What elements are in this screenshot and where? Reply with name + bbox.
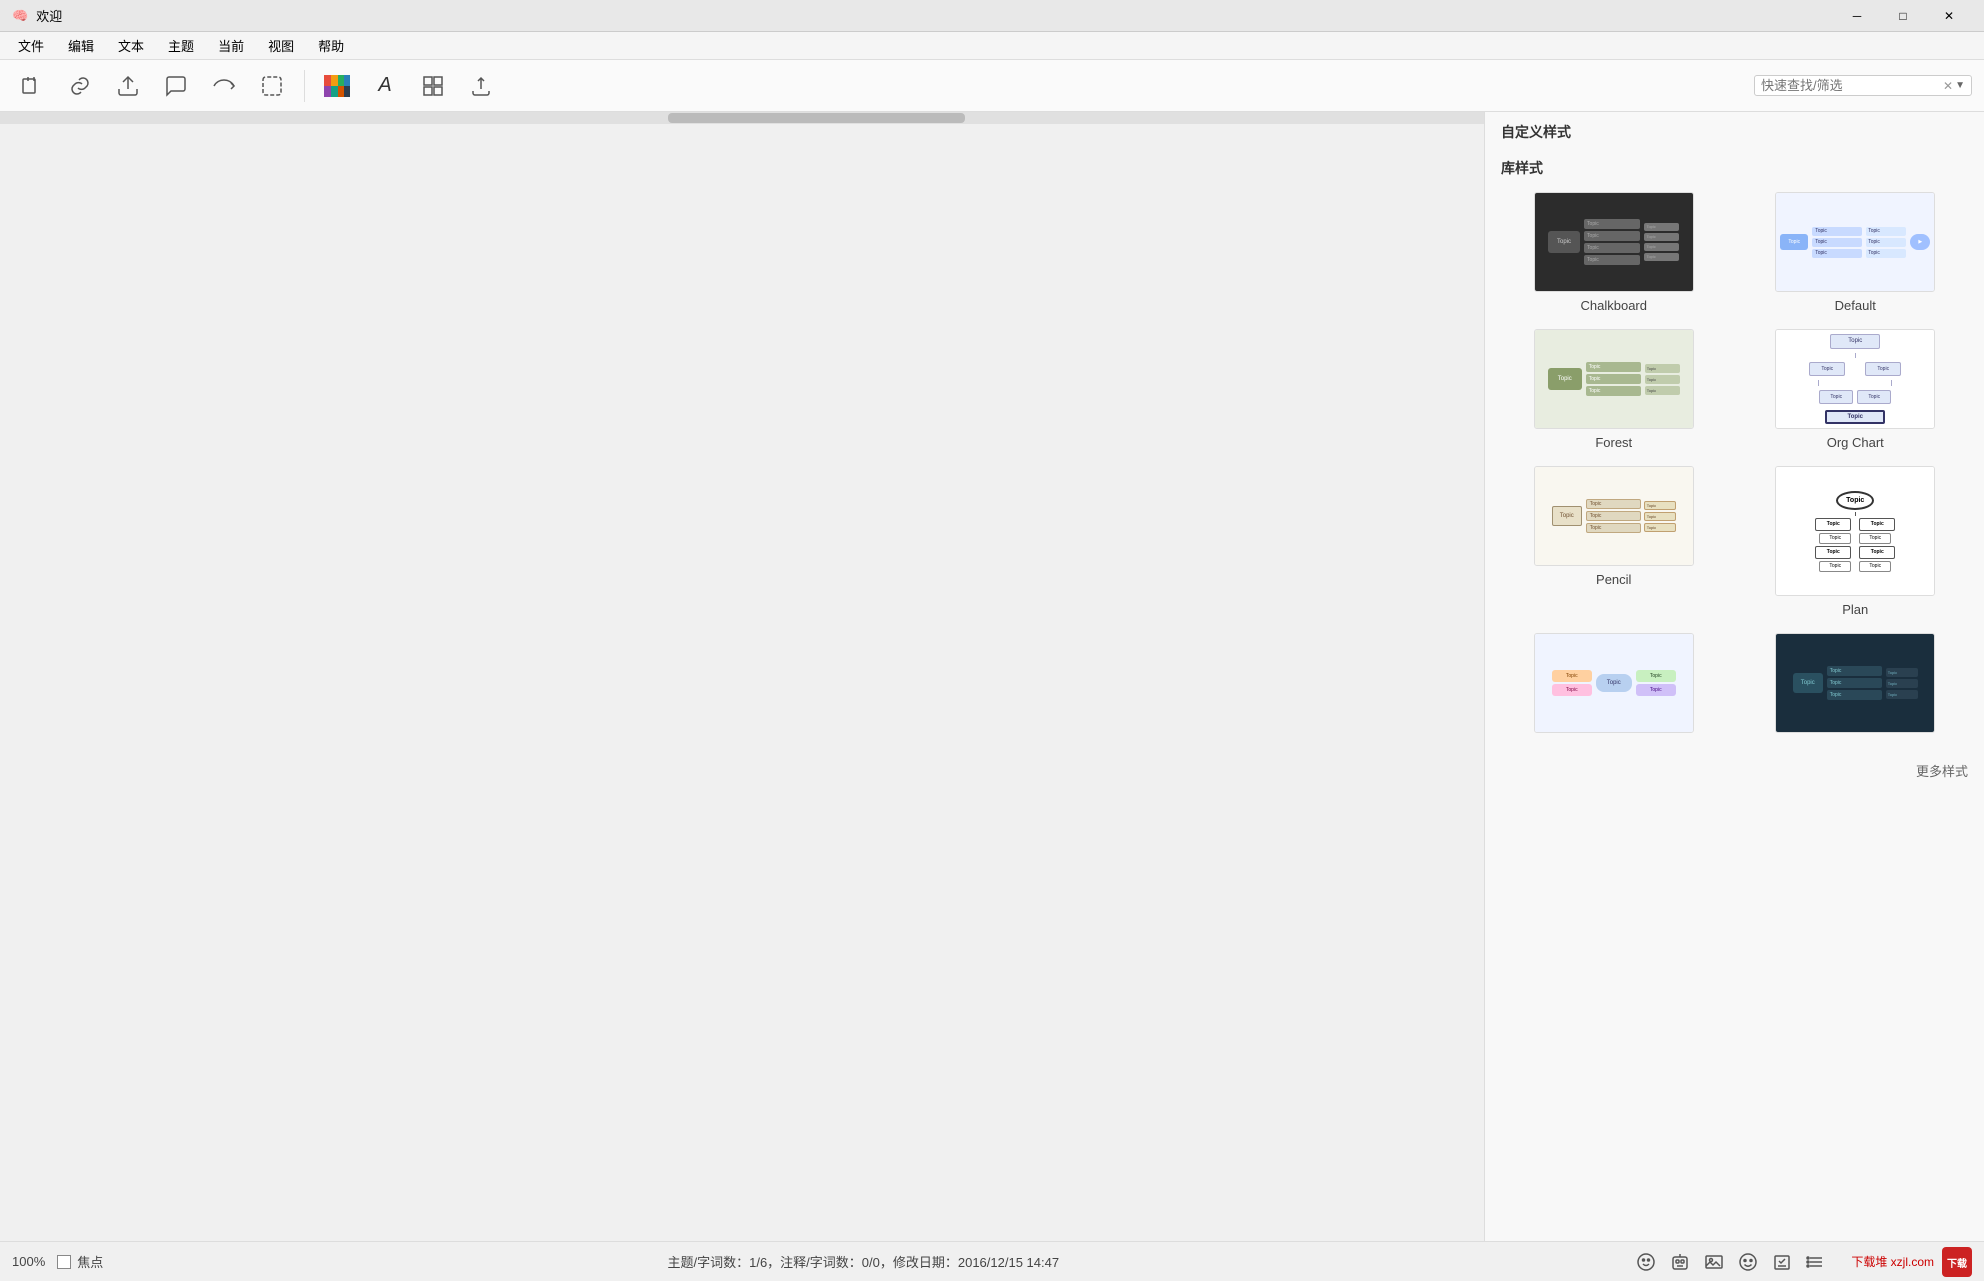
search-clear-button[interactable]: ✕	[1941, 79, 1955, 93]
style-label-plan: Plan	[1842, 602, 1868, 617]
more-styles-button[interactable]: 更多样式	[1485, 755, 1984, 790]
menu-current[interactable]: 当前	[208, 34, 254, 57]
menu-edit[interactable]: 编辑	[58, 34, 104, 57]
attach-tool-button[interactable]	[108, 66, 148, 106]
style-item-pencil[interactable]: Topic Topic Topic Topic Topic Topic Topi…	[1501, 466, 1727, 617]
style-item-forest[interactable]: Topic Topic Topic Topic Topic Topic Topi…	[1501, 329, 1727, 450]
focus-label: 焦点	[77, 1252, 103, 1271]
style-preview-colorful: Topic Topic Topic Topic Topic	[1534, 633, 1694, 733]
search-input[interactable]	[1761, 78, 1941, 93]
menu-text[interactable]: 文本	[108, 34, 154, 57]
style-item-plan[interactable]: Topic Topic Topic Topic Topic Topic To	[1743, 466, 1969, 617]
custom-style-section-title: 自定义样式	[1485, 112, 1984, 148]
emotion-icon-button[interactable]	[1631, 1247, 1661, 1277]
focus-checkbox[interactable]	[57, 1255, 71, 1269]
link-tool-button[interactable]	[60, 66, 100, 106]
robot-icon-button[interactable]	[1665, 1247, 1695, 1277]
list-icon-button[interactable]	[1801, 1247, 1831, 1277]
horizontal-scrollbar[interactable]	[0, 112, 1484, 124]
style-label-forest: Forest	[1595, 435, 1632, 450]
style-item-colorful[interactable]: Topic Topic Topic Topic Topic	[1501, 633, 1727, 739]
image-icon-button[interactable]	[1699, 1247, 1729, 1277]
style-label-default: Default	[1835, 298, 1876, 313]
style-label-pencil: Pencil	[1596, 572, 1631, 587]
right-panel: 自定义样式 库样式 Topic Topic Topic Topic Topic	[1484, 112, 1984, 1241]
canvas-wrapper[interactable]: 感谢您下载 iThoughts。这是一个示例导图。它将为您展示本应用程序的一些可…	[0, 112, 1484, 1241]
zoom-display: 100%	[12, 1254, 45, 1269]
style-preview-pencil: Topic Topic Topic Topic Topic Topic Topi…	[1534, 466, 1694, 566]
style-preview-forest: Topic Topic Topic Topic Topic Topic Topi…	[1534, 329, 1694, 429]
horizontal-scrollbar-thumb[interactable]	[668, 113, 965, 123]
style-item-dark[interactable]: Topic Topic Topic Topic Topic Topic Topi…	[1743, 633, 1969, 739]
watermark-text: 下载堆 xzjl.com	[1851, 1253, 1934, 1270]
toolbar-separator-1	[304, 70, 305, 102]
search-dropdown-icon[interactable]: ▼	[1955, 80, 1965, 91]
style-item-default[interactable]: Topic Topic Topic Topic Topic Topic Topi…	[1743, 192, 1969, 313]
relation-tool-button[interactable]	[204, 66, 244, 106]
comment-tool-button[interactable]	[156, 66, 196, 106]
style-label-org-chart: Org Chart	[1827, 435, 1884, 450]
style-preview-org-chart: Topic Topic Topic Topic	[1775, 329, 1935, 429]
minimize-button[interactable]: ─	[1834, 0, 1880, 32]
pen-tool-button[interactable]	[12, 66, 52, 106]
library-style-section-title: 库样式	[1485, 148, 1984, 184]
title-bar: 🧠 欢迎 ─ □ ✕	[0, 0, 1984, 32]
status-stats: 主题/字词数：1/6，注释/字词数：0/0，修改日期：2016/12/15 14…	[115, 1252, 1611, 1271]
color-palette-button[interactable]	[317, 66, 357, 106]
export-tool-button[interactable]	[461, 66, 501, 106]
watermark-area: 下载堆 xzjl.com 下载	[1851, 1247, 1972, 1277]
style-item-chalkboard[interactable]: Topic Topic Topic Topic Topic Topic Topi…	[1501, 192, 1727, 313]
maximize-button[interactable]: □	[1880, 0, 1926, 32]
emoji-icon-button[interactable]	[1733, 1247, 1763, 1277]
style-preview-default: Topic Topic Topic Topic Topic Topic Topi…	[1775, 192, 1935, 292]
zoom-value: 100%	[12, 1254, 45, 1269]
bottom-toolbar-icons	[1623, 1247, 1839, 1277]
menu-bar: 文件 编辑 文本 主题 当前 视图 帮助	[0, 32, 1984, 60]
search-box: ✕ ▼	[1754, 75, 1972, 96]
status-bar: 100% 焦点 主题/字词数：1/6，注释/字词数：0/0，修改日期：2016/…	[0, 1241, 1984, 1281]
grid-tool-button[interactable]	[413, 66, 453, 106]
style-label-chalkboard: Chalkboard	[1581, 298, 1648, 313]
toolbar: A ✕ ▼	[0, 60, 1984, 112]
style-preview-chalkboard: Topic Topic Topic Topic Topic Topic Topi…	[1534, 192, 1694, 292]
focus-section: 焦点	[57, 1252, 103, 1271]
app-icon: 🧠	[12, 8, 28, 24]
watermark-icon: 下载	[1942, 1247, 1972, 1277]
menu-theme[interactable]: 主题	[158, 34, 204, 57]
stats-text: 主题/字词数：1/6，注释/字词数：0/0，修改日期：2016/12/15 14…	[668, 1255, 1060, 1270]
main-layout: 感谢您下载 iThoughts。这是一个示例导图。它将为您展示本应用程序的一些可…	[0, 112, 1984, 1241]
boundary-tool-button[interactable]	[252, 66, 292, 106]
style-preview-plan: Topic Topic Topic Topic Topic Topic To	[1775, 466, 1935, 596]
window-title: 欢迎	[36, 6, 62, 25]
close-button[interactable]: ✕	[1926, 0, 1972, 32]
font-tool-button[interactable]: A	[365, 66, 405, 106]
menu-file[interactable]: 文件	[8, 34, 54, 57]
style-item-org-chart[interactable]: Topic Topic Topic Topic	[1743, 329, 1969, 450]
style-grid: Topic Topic Topic Topic Topic Topic Topi…	[1485, 184, 1984, 755]
style-preview-dark: Topic Topic Topic Topic Topic Topic Topi…	[1775, 633, 1935, 733]
menu-view[interactable]: 视图	[258, 34, 304, 57]
task-icon-button[interactable]	[1767, 1247, 1797, 1277]
menu-help[interactable]: 帮助	[308, 34, 354, 57]
svg-text:下载: 下载	[1947, 1257, 1967, 1270]
